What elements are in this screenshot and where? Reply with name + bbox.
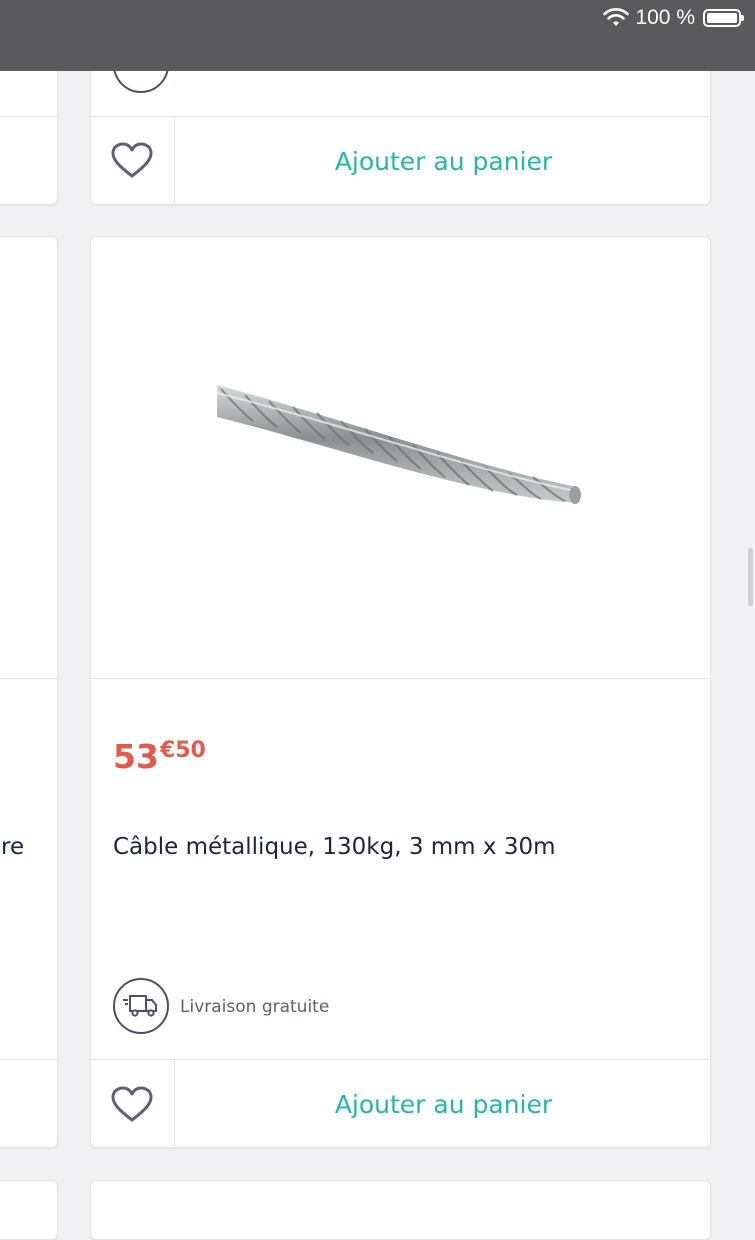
wire-cable <box>217 385 581 504</box>
add-to-cart-button[interactable]: Ajouter au panier <box>175 117 710 204</box>
battery-percentage: 100 % <box>635 6 695 29</box>
product-card-next[interactable] <box>90 1180 711 1240</box>
card-divider <box>91 678 710 679</box>
add-to-cart-button[interactable]: Ajouter au panier <box>175 1060 710 1147</box>
heart-icon[interactable] <box>111 142 153 180</box>
wifi-icon <box>603 8 630 26</box>
battery-icon <box>703 9 744 27</box>
left-product-card[interactable]: re <box>0 236 58 1148</box>
scrollbar[interactable] <box>748 548 753 606</box>
left-product-card-bottom[interactable] <box>0 1180 58 1240</box>
product-image[interactable] <box>217 377 581 517</box>
price-integer: 53 <box>113 737 159 776</box>
heart-icon[interactable] <box>111 1086 153 1124</box>
delivery-truck-icon <box>123 995 157 1017</box>
status-bar: 100 % <box>0 0 755 71</box>
product-card[interactable]: 53€50 Câble métallique, 130kg, 3 mm x 30… <box>90 236 711 1148</box>
price-decimal: €50 <box>159 738 206 763</box>
delivery-badge <box>113 978 169 1034</box>
status-indicators: 100 % <box>603 5 744 31</box>
product-title[interactable]: Câble métallique, 130kg, 3 mm x 30m <box>113 834 556 860</box>
card-divider <box>0 1059 57 1060</box>
card-divider <box>0 116 57 117</box>
delivery-label: Livraison gratuite <box>180 997 330 1017</box>
product-price: 53€50 <box>113 737 206 776</box>
card-divider <box>0 678 57 679</box>
product-title-partial[interactable]: re <box>1 834 24 860</box>
